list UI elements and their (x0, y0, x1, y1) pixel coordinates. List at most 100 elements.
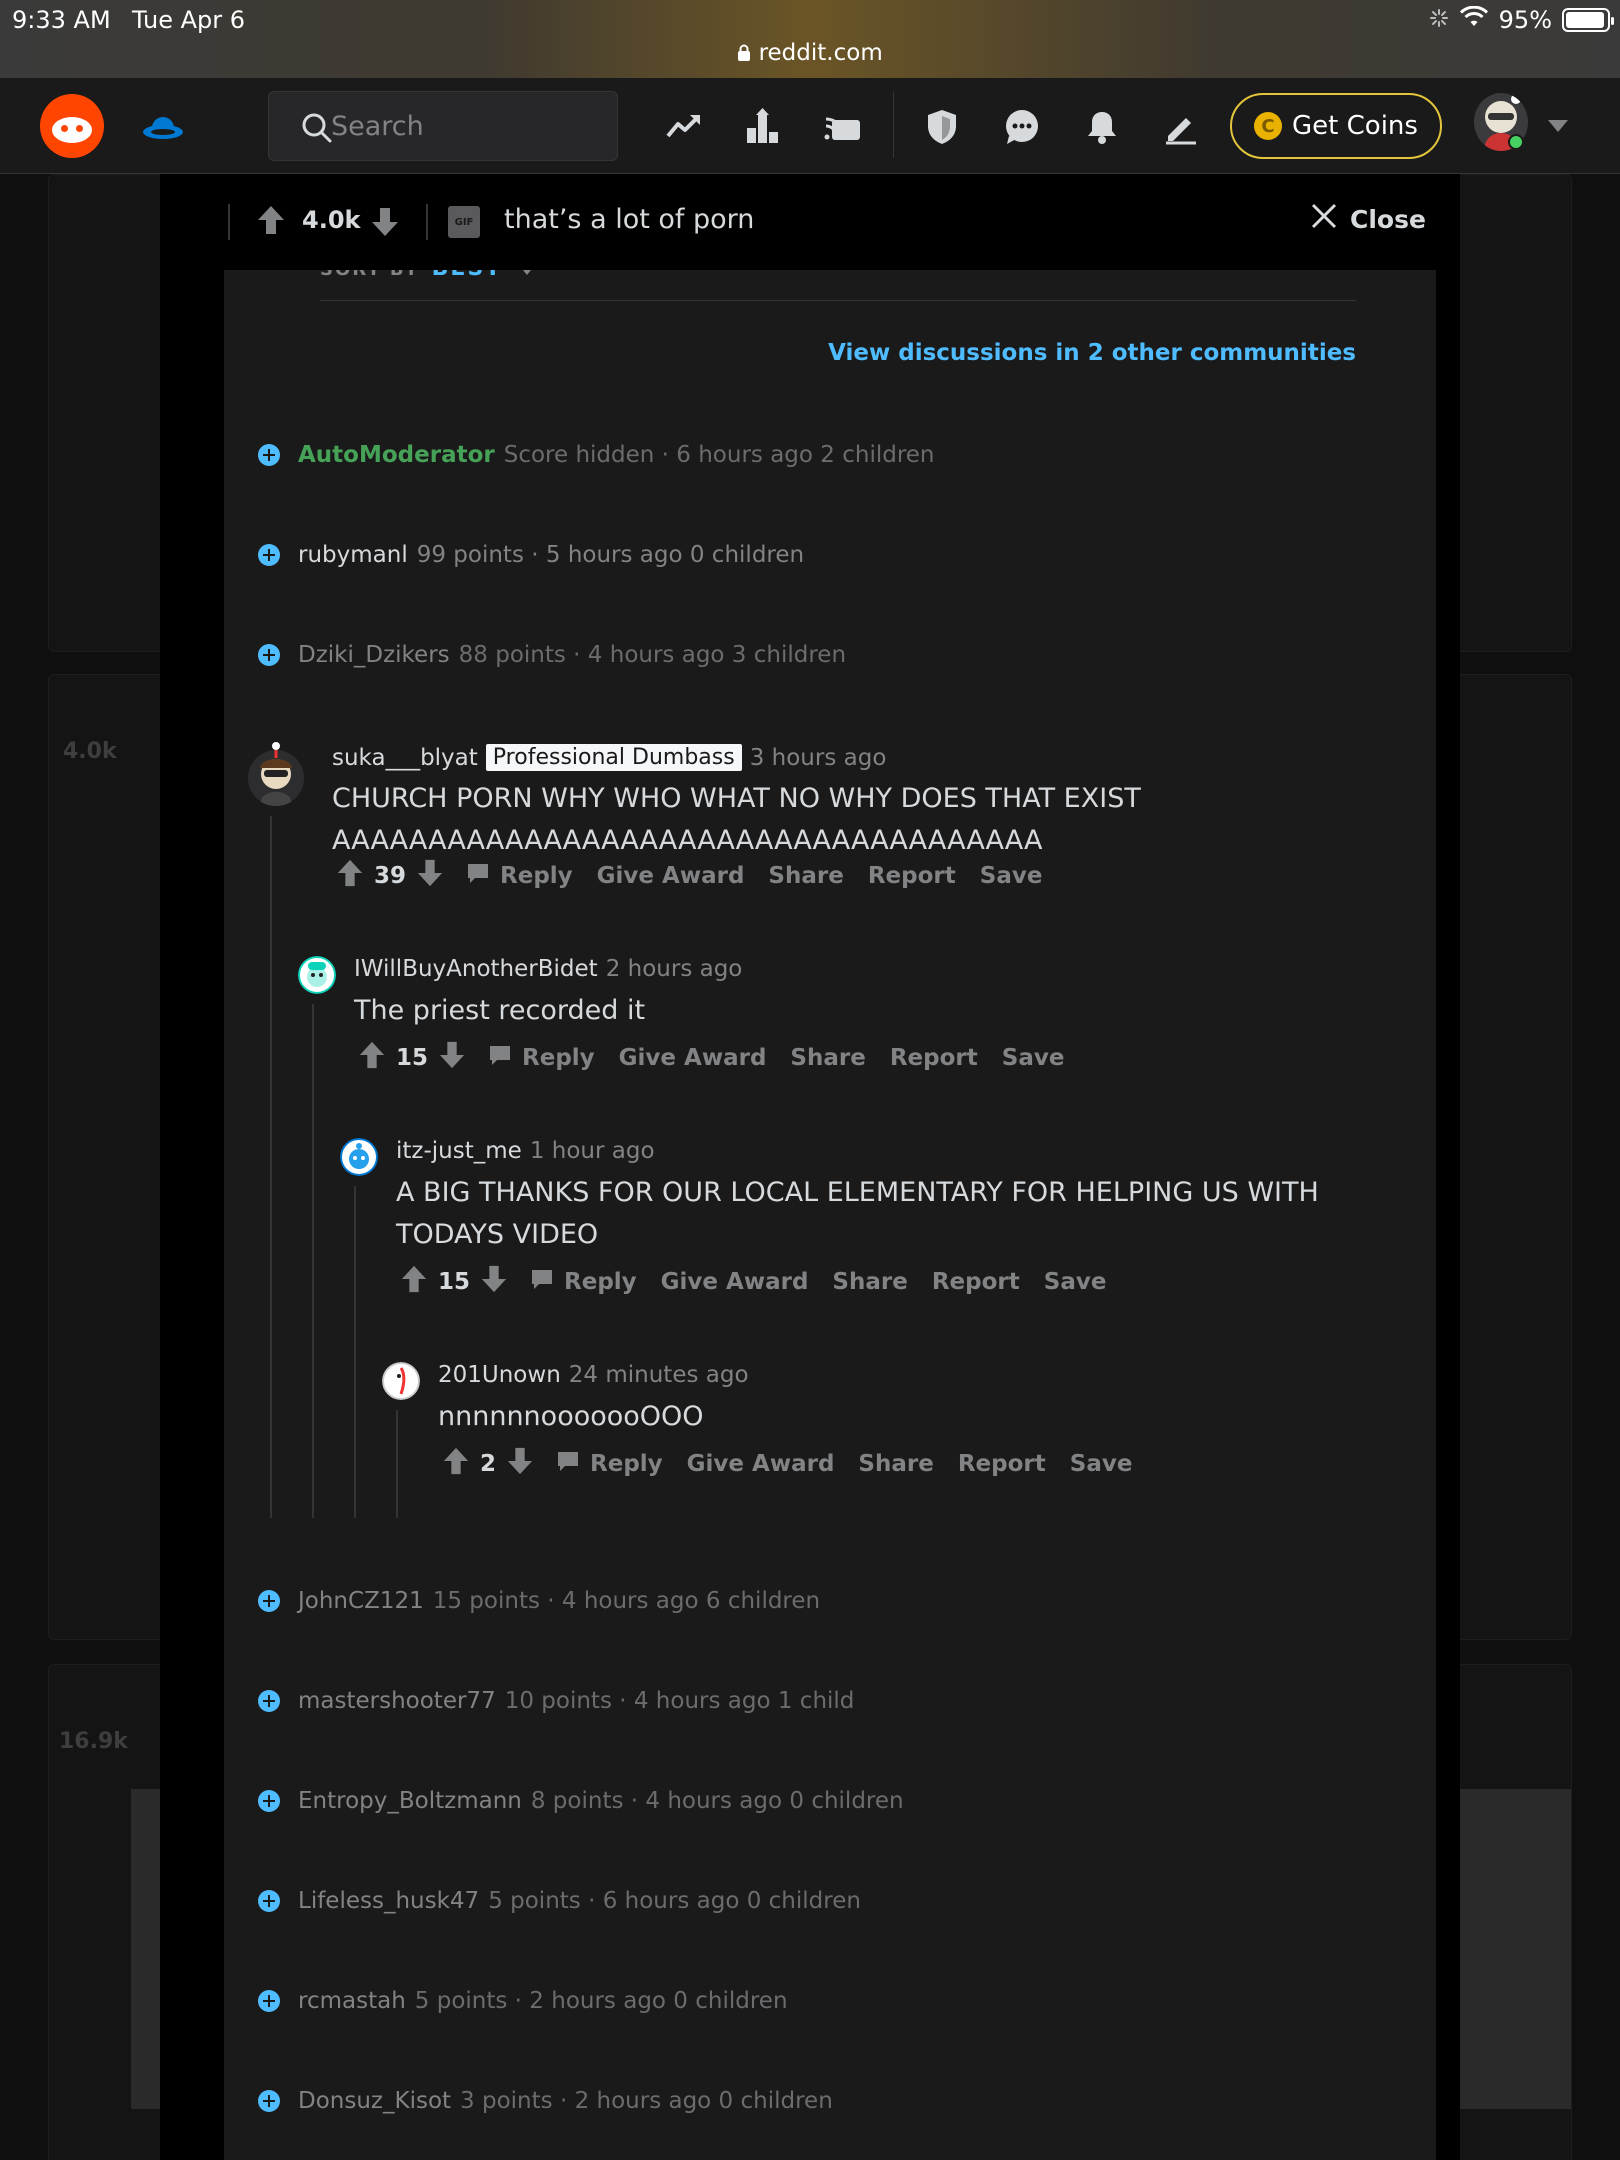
expand-plus-icon[interactable] (258, 444, 280, 466)
downvote-arrow-icon[interactable] (506, 1446, 534, 1482)
comment-author[interactable]: Dziki_Dzikers (298, 642, 450, 668)
share-button[interactable]: Share (790, 1045, 865, 1071)
comment-timestamp[interactable]: 1 hour ago (530, 1138, 655, 1164)
collapsed-comment[interactable]: Dziki_Dzikers 88 points · 4 hours ago 3 … (258, 642, 846, 668)
downvote-arrow-icon[interactable] (480, 1264, 508, 1300)
collapsed-comment[interactable]: rubymanl 99 points · 5 hours ago 0 child… (258, 542, 804, 568)
popular-community-icon[interactable] (142, 106, 184, 146)
moderation-shield-icon[interactable] (923, 108, 961, 146)
comment-author[interactable]: JohnCZ121 (298, 1588, 424, 1614)
address-bar[interactable]: reddit.com (0, 40, 1620, 66)
downvote-arrow-icon[interactable] (438, 1040, 466, 1076)
save-button[interactable]: Save (1044, 1269, 1107, 1295)
user-menu-chevron-down-icon[interactable] (1548, 120, 1568, 132)
avatar[interactable] (246, 738, 306, 806)
upvote-arrow-icon[interactable] (358, 1040, 386, 1076)
top-bar-divider (228, 204, 230, 240)
collapsed-comment[interactable]: Donsuz_Kisot 3 points · 2 hours ago 0 ch… (258, 2088, 833, 2114)
downvote-arrow-icon[interactable] (370, 206, 400, 242)
collapsed-comment[interactable]: rcmastah 5 points · 2 hours ago 0 childr… (258, 1988, 788, 2014)
collapsed-comment[interactable]: AutoModerator Score hidden · 6 hours ago… (258, 442, 935, 468)
view-other-discussions-link[interactable]: View discussions in 2 other communities (828, 340, 1356, 366)
save-button[interactable]: Save (980, 863, 1043, 889)
comment-body-line: The priest recorded it (354, 995, 646, 1026)
comment-author[interactable]: Lifeless_husk47 (298, 1888, 479, 1914)
expand-plus-icon[interactable] (258, 1590, 280, 1612)
comment-meta: 8 points · 4 hours ago 0 children (530, 1788, 904, 1814)
avatar[interactable] (340, 1138, 378, 1176)
thread-collapse-line[interactable] (312, 1004, 314, 1518)
comment-author[interactable]: itz-just_me (396, 1138, 522, 1164)
comment-author[interactable]: Entropy_Boltzmann (298, 1788, 522, 1814)
upvote-arrow-icon[interactable] (400, 1264, 428, 1300)
avatar[interactable] (382, 1362, 420, 1400)
report-button[interactable]: Report (890, 1045, 978, 1071)
comment-score: 15 (438, 1269, 471, 1295)
upvote-arrow-icon[interactable] (336, 858, 364, 894)
get-coins-button[interactable]: C Get Coins (1230, 93, 1442, 159)
expand-plus-icon[interactable] (258, 544, 280, 566)
notifications-bell-icon[interactable] (1083, 108, 1121, 146)
collapsed-comment[interactable]: Lifeless_husk47 5 points · 6 hours ago 0… (258, 1888, 861, 1914)
expand-plus-icon[interactable] (258, 1990, 280, 2012)
thread-collapse-line[interactable] (396, 1410, 398, 1518)
collapsed-comment[interactable]: Entropy_Boltzmann 8 points · 4 hours ago… (258, 1788, 904, 1814)
comment-actions: 2 Reply Give Award Share Report Save (442, 1446, 1132, 1482)
comment-meta: 88 points · 4 hours ago 3 children (458, 642, 847, 668)
comment-author[interactable]: AutoModerator (298, 442, 495, 468)
expand-plus-icon[interactable] (258, 1790, 280, 1812)
create-post-pencil-icon[interactable] (1162, 108, 1200, 146)
comment-timestamp[interactable]: 2 hours ago (606, 956, 743, 982)
trending-icon[interactable] (665, 108, 703, 146)
comment-timestamp[interactable]: 3 hours ago (750, 745, 887, 771)
search-input[interactable]: Search (268, 91, 618, 161)
reply-button[interactable]: Reply (556, 1450, 663, 1478)
report-button[interactable]: Report (932, 1269, 1020, 1295)
comment-author[interactable]: rcmastah (298, 1988, 406, 2014)
collapsed-comment[interactable]: JohnCZ121 15 points · 4 hours ago 6 chil… (258, 1588, 820, 1614)
comment-timestamp[interactable]: 24 minutes ago (569, 1362, 749, 1388)
upvote-arrow-icon[interactable] (442, 1446, 470, 1482)
comment-author[interactable]: rubymanl (298, 542, 408, 568)
give-award-button[interactable]: Give Award (687, 1451, 835, 1477)
chat-icon[interactable] (1003, 108, 1041, 146)
comment-author[interactable]: IWillBuyAnotherBidet (354, 956, 598, 982)
save-button[interactable]: Save (1070, 1451, 1133, 1477)
reply-button[interactable]: Reply (466, 862, 573, 890)
expand-plus-icon[interactable] (258, 1690, 280, 1712)
comment-header: 201Unown 24 minutes ago (438, 1362, 749, 1388)
thread-collapse-line[interactable] (270, 816, 272, 1518)
reply-button[interactable]: Reply (488, 1044, 595, 1072)
share-button[interactable]: Share (768, 863, 843, 889)
reddit-logo-icon[interactable] (40, 94, 104, 158)
thread-collapse-line[interactable] (354, 1186, 356, 1518)
give-award-button[interactable]: Give Award (597, 863, 745, 889)
upvote-arrow-icon[interactable] (256, 204, 286, 240)
expand-plus-icon[interactable] (258, 2090, 280, 2112)
comment-meta: 5 points · 2 hours ago 0 children (414, 1988, 788, 2014)
comment-bubble-icon (530, 1268, 564, 1296)
avatar[interactable] (298, 956, 336, 994)
share-button[interactable]: Share (832, 1269, 907, 1295)
leaderboard-icon[interactable] (744, 108, 782, 146)
give-award-button[interactable]: Give Award (661, 1269, 809, 1295)
share-button[interactable]: Share (858, 1451, 933, 1477)
sort-by-dropdown[interactable]: SORT BY BEST (320, 270, 535, 281)
save-button[interactable]: Save (1002, 1045, 1065, 1071)
comment-author[interactable]: Donsuz_Kisot (298, 2088, 451, 2114)
report-button[interactable]: Report (868, 863, 956, 889)
report-button[interactable]: Report (958, 1451, 1046, 1477)
downvote-arrow-icon[interactable] (416, 858, 444, 894)
comment-score: 2 (480, 1451, 497, 1477)
comment-author[interactable]: 201Unown (438, 1362, 561, 1388)
expand-plus-icon[interactable] (258, 644, 280, 666)
comment-author[interactable]: mastershooter77 (298, 1688, 496, 1714)
close-button[interactable]: Close (1310, 202, 1426, 236)
wifi-icon (1459, 5, 1489, 34)
live-video-icon[interactable] (824, 108, 862, 146)
give-award-button[interactable]: Give Award (619, 1045, 767, 1071)
expand-plus-icon[interactable] (258, 1890, 280, 1912)
reply-button[interactable]: Reply (530, 1268, 637, 1296)
collapsed-comment[interactable]: mastershooter77 10 points · 4 hours ago … (258, 1688, 854, 1714)
comment-author[interactable]: suka___blyat (332, 745, 478, 771)
